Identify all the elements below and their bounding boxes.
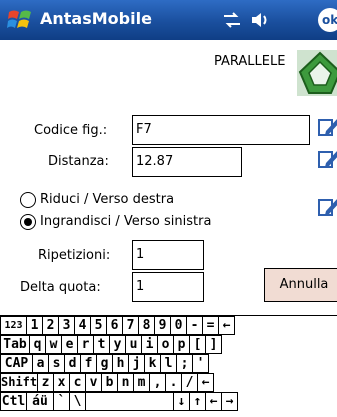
- key[interactable]: Shift: [0, 373, 38, 392]
- key[interactable]: r: [77, 335, 94, 354]
- key[interactable]: `: [53, 392, 70, 411]
- key[interactable]: y: [109, 335, 126, 354]
- key[interactable]: →: [221, 392, 238, 411]
- key[interactable]: ]: [205, 335, 222, 354]
- app-title: AntasMobile: [40, 9, 152, 28]
- key[interactable]: p: [173, 335, 190, 354]
- delta-quota-label: Delta quota:: [20, 280, 101, 295]
- key[interactable]: 7: [122, 316, 139, 335]
- key[interactable]: l: [160, 354, 177, 373]
- edit-pencil-icon[interactable]: [318, 195, 337, 219]
- key[interactable]: ,: [149, 373, 166, 392]
- key[interactable]: f: [80, 354, 97, 373]
- key[interactable]: c: [69, 373, 86, 392]
- key[interactable]: ←: [197, 373, 214, 392]
- codice-label: Codice fig.:: [34, 123, 108, 138]
- network-icon[interactable]: [222, 12, 242, 28]
- soft-keyboard: 123 1 2 3 4 5 6 7 8 9 0 - = ← Tab q w e …: [0, 315, 337, 417]
- key[interactable]: x: [53, 373, 70, 392]
- ripetizioni-label: Ripetizioni:: [38, 248, 111, 263]
- delta-quota-field[interactable]: 1: [132, 272, 204, 302]
- key[interactable]: ↓: [173, 392, 190, 411]
- annulla-button[interactable]: Annulla: [264, 268, 337, 302]
- key[interactable]: u: [125, 335, 142, 354]
- key[interactable]: v: [85, 373, 102, 392]
- key[interactable]: a: [32, 354, 49, 373]
- key[interactable]: .: [165, 373, 182, 392]
- key[interactable]: =: [202, 316, 219, 335]
- title-bar: AntasMobile ok: [0, 0, 337, 40]
- ripetizioni-field[interactable]: 1: [132, 240, 204, 270]
- key[interactable]: ←: [205, 392, 222, 411]
- key[interactable]: 0: [170, 316, 187, 335]
- key[interactable]: /: [181, 373, 198, 392]
- volume-icon[interactable]: [250, 12, 270, 28]
- key[interactable]: 8: [138, 316, 155, 335]
- distanza-field[interactable]: 12.87: [132, 147, 242, 177]
- key[interactable]: [: [189, 335, 206, 354]
- codice-field[interactable]: F7: [132, 115, 310, 145]
- key[interactable]: 3: [58, 316, 75, 335]
- key[interactable]: Ctl: [0, 392, 27, 411]
- ok-button[interactable]: ok: [318, 8, 337, 32]
- parallel-shape-icon[interactable]: [297, 50, 337, 96]
- radio-ingrandisci-label[interactable]: Ingrandisci / Verso sinistra: [40, 214, 211, 229]
- key[interactable]: ;: [176, 354, 193, 373]
- key[interactable]: ': [192, 354, 209, 373]
- edit-pencil-icon[interactable]: [318, 147, 337, 171]
- key[interactable]: w: [45, 335, 62, 354]
- key[interactable]: i: [141, 335, 158, 354]
- key[interactable]: 4: [74, 316, 91, 335]
- key[interactable]: g: [96, 354, 113, 373]
- radio-riduci[interactable]: [20, 192, 36, 208]
- key[interactable]: \: [69, 392, 86, 411]
- key[interactable]: z: [37, 373, 54, 392]
- key[interactable]: j: [128, 354, 145, 373]
- key[interactable]: h: [112, 354, 129, 373]
- key[interactable]: e: [61, 335, 78, 354]
- radio-riduci-label[interactable]: Riduci / Verso destra: [40, 192, 174, 207]
- key[interactable]: k: [144, 354, 161, 373]
- key[interactable]: 123: [0, 316, 27, 335]
- key[interactable]: áü: [26, 392, 54, 411]
- key[interactable]: 1: [26, 316, 43, 335]
- mode-label: PARALLELE: [214, 54, 286, 69]
- space-key[interactable]: [85, 392, 174, 411]
- key[interactable]: ↑: [189, 392, 206, 411]
- key[interactable]: d: [64, 354, 81, 373]
- key[interactable]: s: [48, 354, 65, 373]
- key[interactable]: -: [186, 316, 203, 335]
- radio-ingrandisci[interactable]: [20, 214, 36, 230]
- key[interactable]: o: [157, 335, 174, 354]
- key[interactable]: Tab: [0, 335, 30, 354]
- key[interactable]: t: [93, 335, 110, 354]
- key[interactable]: b: [101, 373, 118, 392]
- key[interactable]: q: [29, 335, 46, 354]
- distanza-label: Distanza:: [48, 154, 109, 169]
- key[interactable]: 2: [42, 316, 59, 335]
- key[interactable]: n: [117, 373, 134, 392]
- key[interactable]: m: [133, 373, 150, 392]
- key[interactable]: 6: [106, 316, 123, 335]
- key[interactable]: 5: [90, 316, 107, 335]
- key[interactable]: CAP: [0, 354, 33, 373]
- key[interactable]: 9: [154, 316, 171, 335]
- key[interactable]: ←: [218, 316, 235, 335]
- windows-flag-icon[interactable]: [6, 6, 34, 34]
- edit-pencil-icon[interactable]: [318, 115, 337, 139]
